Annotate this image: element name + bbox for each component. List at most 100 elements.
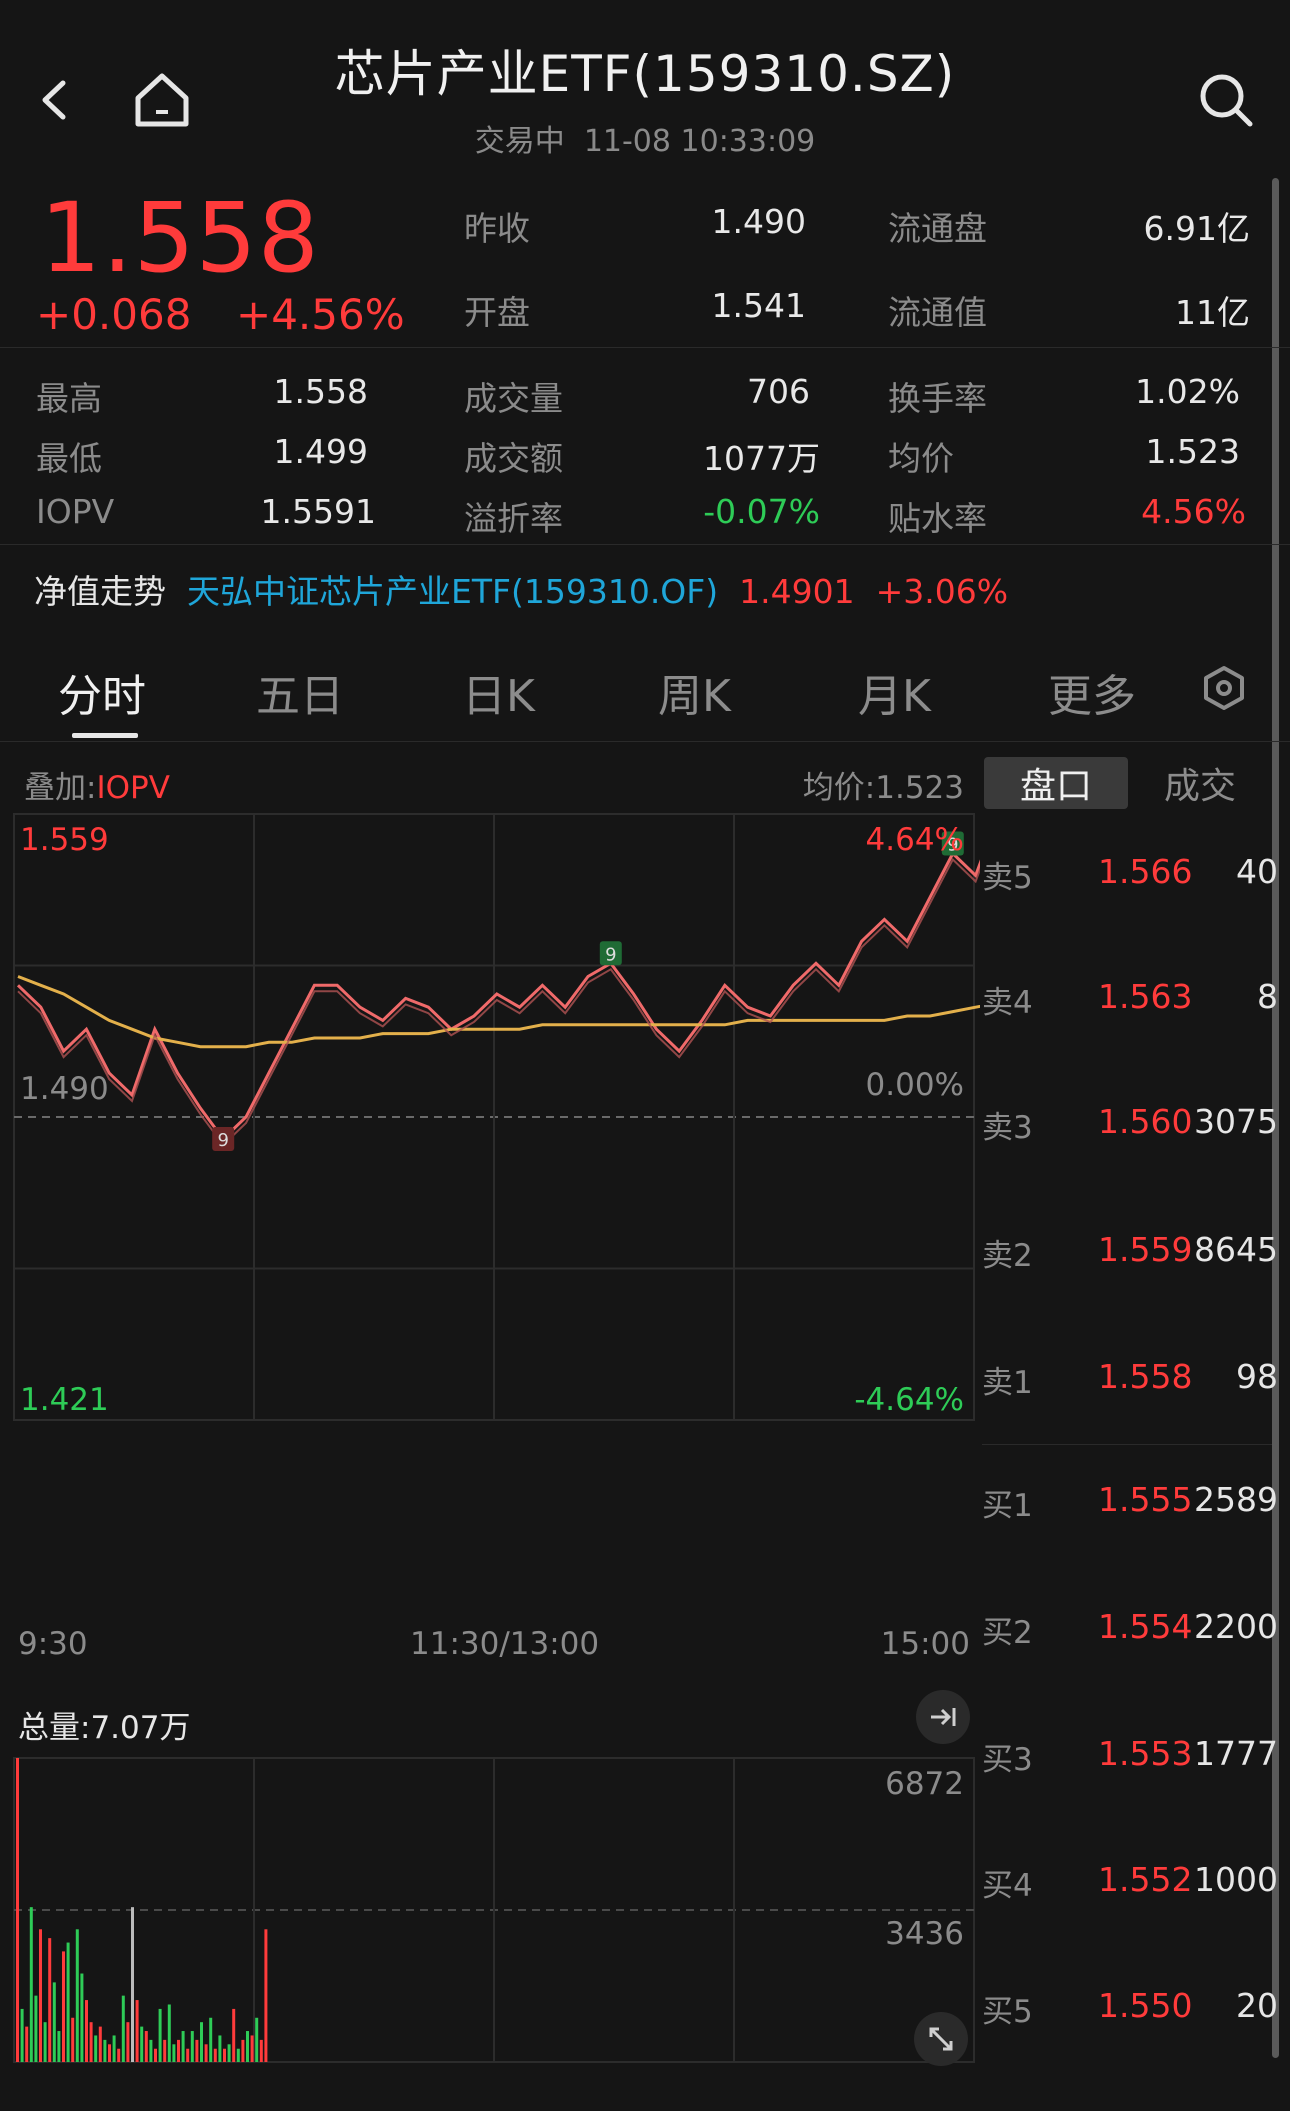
float-shares-label: 流通盘 <box>888 209 987 248</box>
amount-value: 1077万 <box>703 439 820 478</box>
volume-bar <box>112 2035 116 2062</box>
orderbook-level-price: 1.553 <box>1098 1734 1193 1773</box>
orderbook-level-volume: 2200 <box>1194 1607 1278 1646</box>
tab-daily-k[interactable]: 日K <box>462 660 535 724</box>
y-tick-high-pct: 4.64% <box>866 822 964 858</box>
volume-chart[interactable]: 6872 3436 <box>0 1754 980 2064</box>
volume-bar <box>85 2000 88 2062</box>
tab-monthly-k[interactable]: 月K <box>858 660 931 724</box>
volume-bar <box>227 2044 231 2062</box>
x-tick-midday: 11:30/13:00 <box>410 1626 600 1662</box>
active-tab-indicator <box>72 733 138 738</box>
volume-bar <box>154 2048 157 2062</box>
volume-tick-max: 6872 <box>885 1766 964 1802</box>
stock-detail-page: 芯片产业ETF(159310.SZ) 交易中 11-08 10:33:09 1.… <box>0 0 1290 2111</box>
low-label: 最低 <box>36 439 102 478</box>
x-tick-close: 15:00 <box>880 1626 970 1662</box>
avg-value: 1.523 <box>1145 432 1240 471</box>
volume-bar <box>117 2048 121 2062</box>
overlay-label[interactable]: 叠加:IOPV <box>24 762 170 807</box>
tab-five-day[interactable]: 五日 <box>256 660 344 724</box>
volume-bar <box>236 2048 240 2062</box>
orderbook-level-price: 1.566 <box>1098 852 1193 891</box>
y-tick-high: 1.559 <box>20 822 109 858</box>
volume-label: 成交量 <box>464 379 563 418</box>
volume-bar <box>255 2017 259 2062</box>
orderbook-level-price: 1.554 <box>1098 1607 1193 1646</box>
trading-status: 交易中 11-08 10:33:09 <box>0 116 1290 160</box>
volume-bar <box>39 1929 42 2062</box>
volume-bar <box>186 2048 190 2062</box>
volume-bar <box>140 2026 144 2062</box>
nav-trend-row[interactable]: 净值走势 天弘中证芯片产业ETF(159310.OF) 1.4901 +3.06… <box>34 565 1008 613</box>
volume-bar <box>172 2044 176 2062</box>
tab-weekly-k[interactable]: 周K <box>658 660 731 724</box>
volume-bar <box>71 2017 75 2062</box>
fullscreen-button[interactable] <box>914 2012 968 2066</box>
orderbook-level-label: 买5 <box>982 1994 1033 2030</box>
price-line <box>16 851 980 1142</box>
volume-bar <box>241 2039 245 2062</box>
orderbook-level-volume: 8 <box>1257 977 1278 1016</box>
orderbook-level-label: 买2 <box>982 1615 1033 1651</box>
float-value-label: 流通值 <box>888 293 987 332</box>
orderbook-level-volume: 3075 <box>1194 1102 1278 1141</box>
prev-close-value: 1.490 <box>711 202 806 241</box>
x-tick-open: 9:30 <box>18 1626 88 1662</box>
orderbook-level-volume: 2589 <box>1194 1480 1278 1519</box>
volume-bar <box>108 2044 111 2062</box>
orderbook-level-label: 卖1 <box>982 1365 1033 1401</box>
volume-bar <box>144 2031 148 2062</box>
tab-intraday[interactable]: 分时 <box>58 660 146 724</box>
tab-trades[interactable]: 成交 <box>1128 757 1272 809</box>
volume-bar <box>66 1942 70 2062</box>
float-shares-value: 6.91亿 <box>1143 209 1250 248</box>
turnover-value: 1.02% <box>1135 372 1240 411</box>
volume-bar <box>200 2022 203 2062</box>
orderbook-level-price: 1.559 <box>1098 1230 1193 1269</box>
orderbook-level-volume: 98 <box>1236 1357 1278 1396</box>
volume-bar <box>25 2026 29 2062</box>
premium-value: -0.07% <box>703 492 820 531</box>
fullscreen-icon <box>929 2027 953 2051</box>
volume-bar <box>75 1929 79 2062</box>
volume-bar <box>43 2022 47 2062</box>
volume-bar <box>48 1938 52 2062</box>
price-chart[interactable]: 9991.5591.4901.4214.64%0.00%-4.64% <box>0 812 980 1422</box>
nav-change: +3.06% <box>875 572 1009 611</box>
tab-more[interactable]: 更多 <box>1048 660 1136 724</box>
intraday-chart-panel: 叠加:IOPV 均价:1.523 9 9 9 1.559 1.490 1.421 4.64%… <box>0 742 980 2082</box>
expand-indicator-button[interactable] <box>916 1690 970 1744</box>
overlay-prefix: 叠加: <box>24 770 97 806</box>
volume-bar <box>20 2008 24 2062</box>
high-label: 最高 <box>36 379 102 418</box>
avg-label: 均价 <box>888 439 954 478</box>
arrow-right-bar-icon <box>931 1708 956 1726</box>
orderbook-level-price: 1.555 <box>1098 1480 1193 1519</box>
total-volume-label: 总量:7.07万 <box>18 1710 191 1746</box>
signal-marker-label: 9 <box>217 1130 228 1151</box>
prev-close-label: 昨收 <box>464 209 530 248</box>
discount-value: 4.56% <box>1141 492 1246 531</box>
volume-bar <box>209 2017 213 2062</box>
trading-datetime: 11-08 10:33:09 <box>583 124 816 159</box>
volume-bar <box>80 1973 84 2062</box>
orderbook-level-price: 1.563 <box>1098 977 1193 1016</box>
orderbook-level-volume: 20 <box>1236 1986 1278 2025</box>
amount-label: 成交额 <box>464 439 563 478</box>
chart-settings-button[interactable] <box>1200 664 1248 716</box>
volume-bar <box>29 1907 33 2062</box>
nav-fund-link[interactable]: 天弘中证芯片产业ETF(159310.OF) <box>187 572 718 611</box>
volume-bar <box>121 1995 125 2062</box>
orderbook-level-volume: 40 <box>1236 852 1278 891</box>
volume-bar <box>158 2008 162 2062</box>
search-button[interactable] <box>1186 60 1266 140</box>
volume-bar <box>163 2039 167 2062</box>
last-price: 1.558 <box>40 182 320 294</box>
volume-value: 706 <box>747 372 810 411</box>
nav-value: 1.4901 <box>739 572 855 611</box>
tab-orderbook[interactable]: 盘口 <box>984 757 1128 809</box>
orderbook-level-price: 1.552 <box>1098 1860 1193 1899</box>
premium-label: 溢折率 <box>464 499 563 538</box>
volume-bar <box>57 2031 61 2062</box>
